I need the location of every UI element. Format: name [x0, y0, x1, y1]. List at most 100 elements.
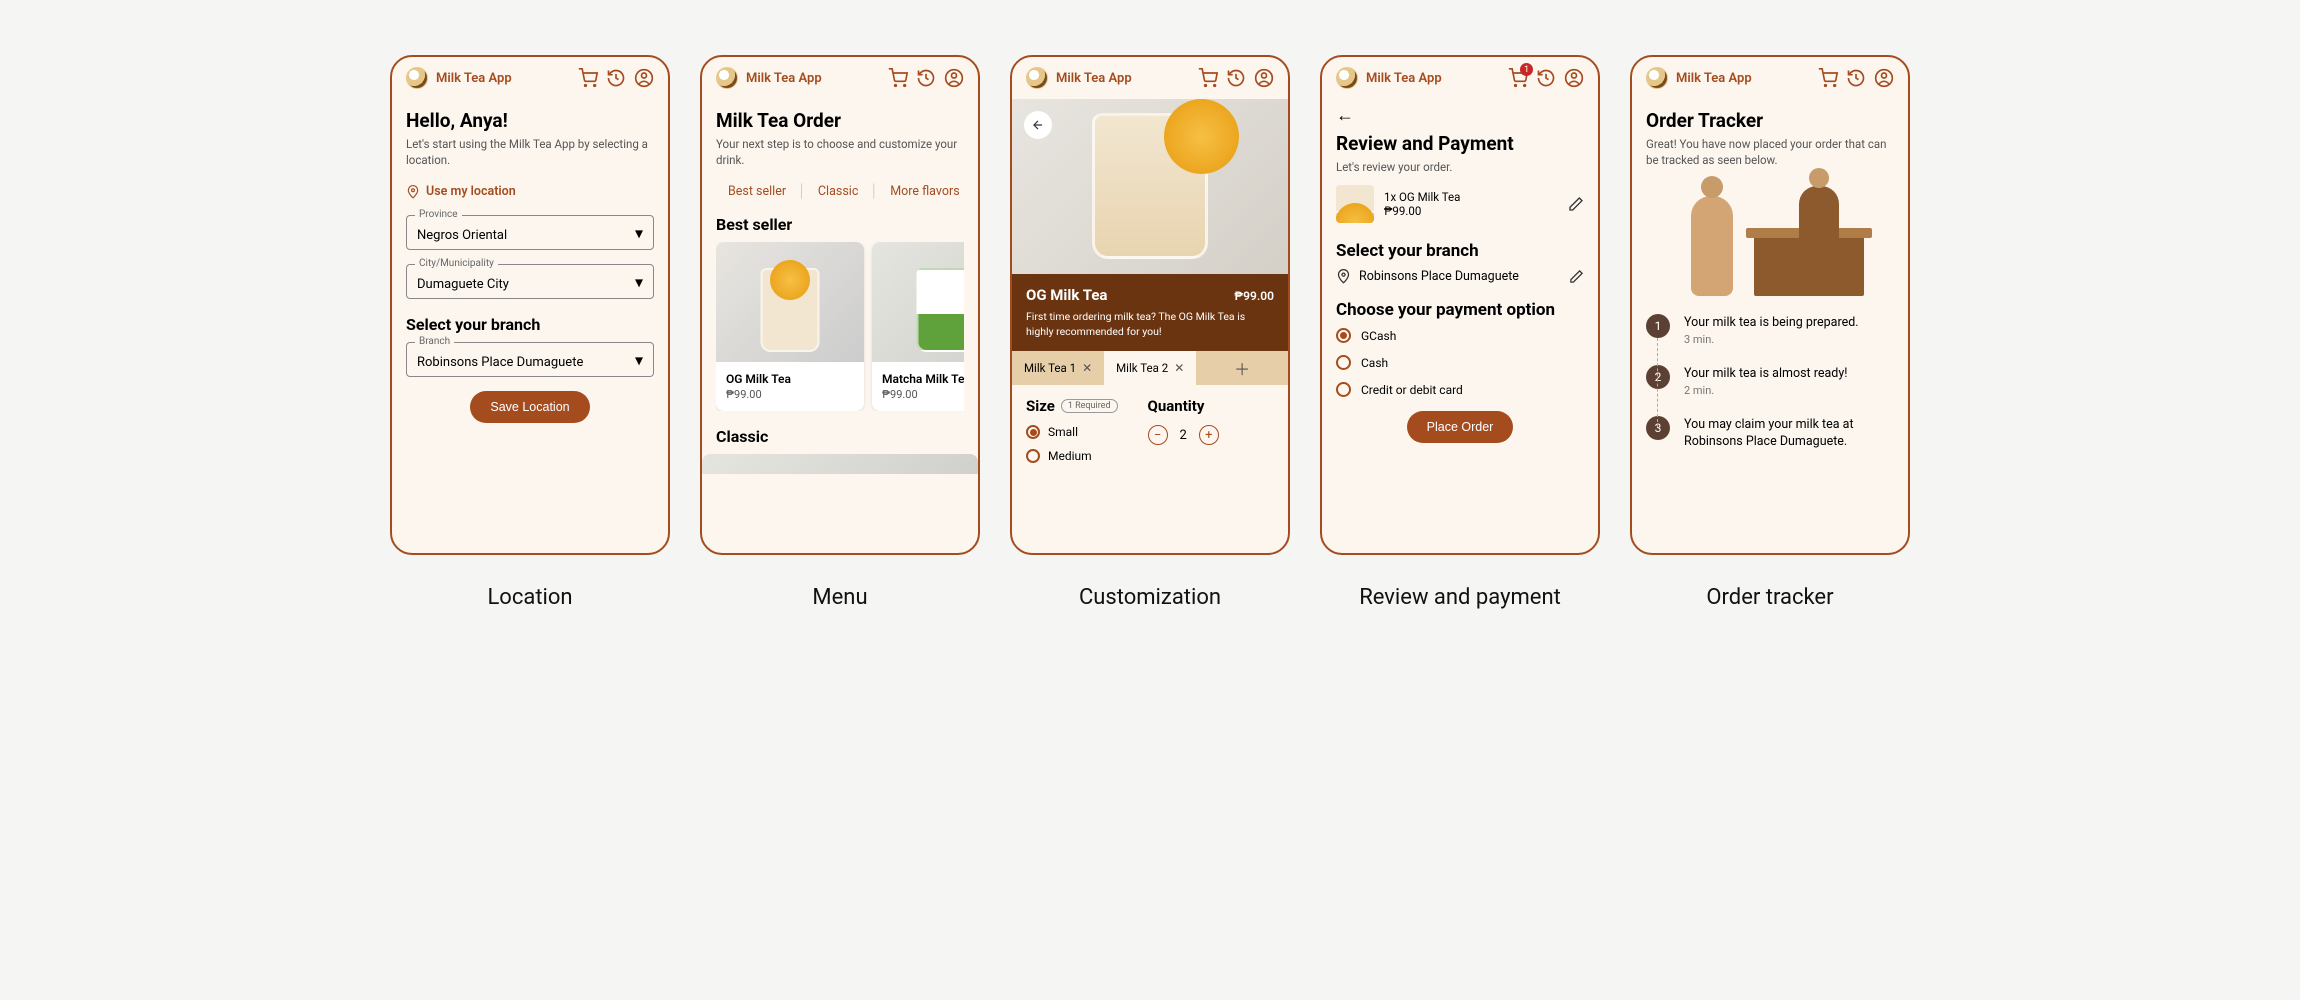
section-best-seller: Best seller	[716, 215, 964, 234]
cart-icon[interactable]	[1818, 68, 1838, 88]
chevron-down-icon: ▾	[635, 350, 643, 369]
page-subtitle: Your next step is to choose and customiz…	[716, 136, 964, 168]
app-name: Milk Tea App	[1676, 71, 1810, 86]
app-name: Milk Tea App	[1366, 71, 1500, 86]
radio-icon	[1026, 425, 1040, 439]
add-milk-tea-button[interactable]: ＋	[1196, 351, 1288, 385]
history-icon[interactable]	[1536, 68, 1556, 88]
history-icon[interactable]	[1846, 68, 1866, 88]
tab-milk-tea-2[interactable]: Milk Tea 2 ✕	[1104, 351, 1196, 385]
product-image	[872, 242, 964, 362]
edit-item-button[interactable]	[1568, 196, 1584, 212]
cart-icon[interactable]	[1198, 68, 1218, 88]
account-icon[interactable]	[944, 68, 964, 88]
page-title: Order Tracker	[1646, 109, 1894, 132]
account-icon[interactable]	[634, 68, 654, 88]
item-thumb	[1336, 185, 1374, 223]
payment-option-cash[interactable]: Cash	[1336, 355, 1584, 370]
screen-review: Milk Tea App 1 ← Review and Payment Let'…	[1320, 55, 1600, 555]
size-option-medium[interactable]: Medium	[1026, 449, 1118, 463]
branch-name: Robinsons Place Dumaguete	[1359, 269, 1561, 284]
product-card-matcha[interactable]: Matcha Milk Tea ₱99.00	[872, 242, 964, 411]
page-subtitle: Great! You have now placed your order th…	[1646, 136, 1894, 168]
cart-icon[interactable]	[578, 68, 598, 88]
page-title: Hello, Anya!	[406, 109, 654, 132]
back-button[interactable]: ←	[1336, 105, 1584, 126]
history-icon[interactable]	[1226, 68, 1246, 88]
use-my-location-button[interactable]: Use my location	[406, 184, 654, 199]
screen-caption: Review and payment	[1359, 585, 1561, 610]
step-number: 2	[1646, 365, 1670, 389]
chevron-down-icon: ▾	[635, 223, 643, 242]
app-logo-icon	[716, 67, 738, 89]
tracker-step-1: 1 Your milk tea is being prepared. 3 min…	[1646, 314, 1894, 347]
close-icon[interactable]: ✕	[1174, 361, 1184, 375]
step-number: 1	[1646, 314, 1670, 338]
milk-tea-tabs: Milk Tea 1 ✕ Milk Tea 2 ✕ ＋	[1012, 351, 1288, 385]
tracker-step-2: 2 Your milk tea is almost ready! 2 min.	[1646, 365, 1894, 398]
screen-menu: Milk Tea App Milk Tea Order Your next st…	[700, 55, 980, 555]
cart-badge: 1	[1520, 63, 1533, 76]
filter-more-flavors[interactable]: More flavors	[890, 184, 959, 199]
app-logo-icon	[1026, 67, 1048, 89]
page-title: Milk Tea Order	[716, 109, 964, 132]
payment-option-card[interactable]: Credit or debit card	[1336, 382, 1584, 397]
product-header: OG Milk Tea ₱99.00 First time ordering m…	[1012, 274, 1288, 351]
item-price: ₱99.00	[1384, 204, 1558, 218]
filter-best-seller[interactable]: Best seller	[728, 184, 786, 199]
province-select[interactable]: Province Negros Oriental ▾	[406, 215, 654, 250]
edit-branch-button[interactable]	[1569, 269, 1584, 284]
city-label: City/Municipality	[415, 258, 498, 269]
app-name: Milk Tea App	[436, 71, 570, 86]
history-icon[interactable]	[606, 68, 626, 88]
history-icon[interactable]	[916, 68, 936, 88]
close-icon[interactable]: ✕	[1082, 361, 1092, 375]
product-description: First time ordering milk tea? The OG Mil…	[1026, 310, 1274, 339]
location-pin-icon	[406, 185, 420, 199]
branch-value: Robinsons Place Dumaguete	[417, 355, 583, 370]
place-order-button[interactable]: Place Order	[1407, 411, 1514, 443]
filter-classic[interactable]: Classic	[818, 184, 858, 199]
step-text: You may claim your milk tea at Robinsons…	[1684, 416, 1894, 451]
tab-milk-tea-1[interactable]: Milk Tea 1 ✕	[1012, 351, 1104, 385]
screen-caption: Order tracker	[1706, 585, 1833, 610]
product-card-og[interactable]: OG Milk Tea ₱99.00	[716, 242, 864, 411]
screen-tracker: Milk Tea App Order Tracker Great! You ha…	[1630, 55, 1910, 555]
order-line-item: 1x OG Milk Tea ₱99.00	[1336, 185, 1584, 223]
size-heading: Size 1 Required	[1026, 397, 1118, 415]
account-icon[interactable]	[1564, 68, 1584, 88]
account-icon[interactable]	[1254, 68, 1274, 88]
tab-label: Milk Tea 1	[1024, 361, 1076, 375]
radio-icon	[1336, 328, 1351, 343]
branch-label: Branch	[415, 336, 454, 347]
cart-icon[interactable]: 1	[1508, 68, 1528, 88]
cart-icon[interactable]	[888, 68, 908, 88]
back-button[interactable]	[1024, 111, 1052, 139]
quantity-minus-button[interactable]: −	[1148, 425, 1168, 445]
payment-option-gcash[interactable]: GCash	[1336, 328, 1584, 343]
step-time: 2 min.	[1684, 383, 1847, 398]
province-label: Province	[415, 209, 462, 220]
filter-tabs: Best seller │ Classic │ More flavors	[728, 184, 964, 199]
save-location-button[interactable]: Save Location	[470, 391, 589, 423]
payment-label: GCash	[1361, 329, 1396, 343]
screen-customization: Milk Tea App OG Milk Tea ₱99.00 First ti…	[1010, 55, 1290, 555]
screen-location: Milk Tea App Hello, Anya! Let's start us…	[390, 55, 670, 555]
branch-select[interactable]: Branch Robinsons Place Dumaguete ▾	[406, 342, 654, 377]
size-option-small[interactable]: Small	[1026, 425, 1118, 439]
section-classic: Classic	[716, 427, 964, 446]
size-label: Small	[1048, 425, 1078, 439]
tracker-steps: 1 Your milk tea is being prepared. 3 min…	[1646, 314, 1894, 451]
payment-label: Credit or debit card	[1361, 383, 1463, 397]
city-select[interactable]: City/Municipality Dumaguete City ▾	[406, 264, 654, 299]
radio-icon	[1026, 449, 1040, 463]
product-price: ₱99.00	[726, 388, 854, 401]
app-name: Milk Tea App	[746, 71, 880, 86]
branch-heading: Select your branch	[406, 315, 654, 334]
arrow-left-icon	[1031, 118, 1045, 132]
account-icon[interactable]	[1874, 68, 1894, 88]
screen-caption: Location	[487, 585, 572, 610]
quantity-plus-button[interactable]: +	[1199, 425, 1219, 445]
item-label: 1x OG Milk Tea	[1384, 190, 1558, 204]
topbar: Milk Tea App	[1012, 57, 1288, 99]
